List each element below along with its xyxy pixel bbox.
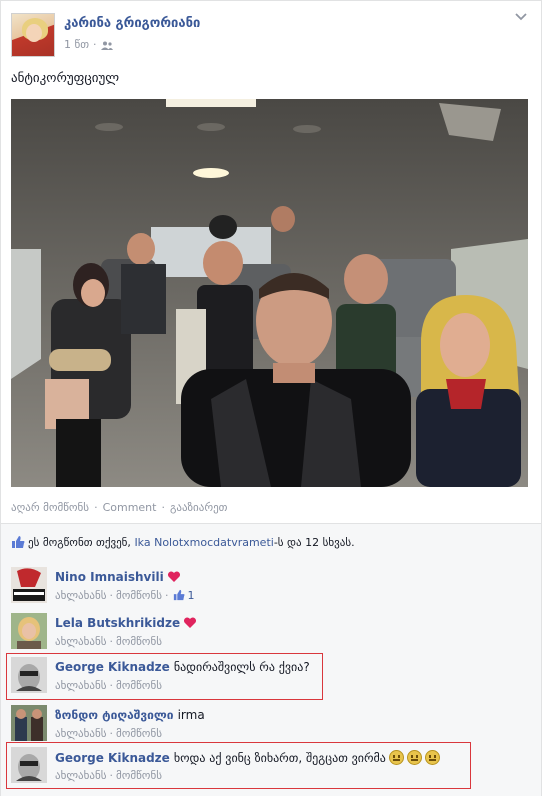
heart-icon [184,617,197,628]
like-link[interactable]: მომწონს [116,635,162,648]
comment-like-count[interactable]: 1 [187,589,194,602]
like-thumb-icon [174,589,186,601]
commenter-name-text[interactable]: Lela Butskhrikidze [55,616,180,630]
post-meta: 1 წთ · [64,38,113,51]
reply-link[interactable]: ახლახანს [55,589,106,602]
comment-link[interactable]: Comment [103,501,157,514]
friends-icon[interactable] [100,41,113,50]
comment-item: Nino Imnaishvili ახლახანს · მომწონს · 1 [11,567,531,603]
comment-meta: ახლახანს · მომწონს [55,635,162,648]
chevron-down-icon[interactable] [515,13,527,21]
comment-item: Lela Butskhrikidze ახლახანს · მომწონს [11,613,531,649]
post-photo[interactable] [11,99,528,487]
reply-link[interactable]: ახლახანს [55,635,106,648]
post-text: ანტიკორუფციულ [11,71,120,86]
like-link[interactable]: მომწონს [116,589,162,602]
like-link[interactable]: მომწონს [116,727,162,740]
share-link[interactable]: გააზიარეთ [170,501,228,514]
comment-item: ზონდო ტიღაშვილი irma ახლახანს · მომწონს [11,705,531,741]
commenter-name[interactable]: ზონდო ტიღაშვილი irma [55,708,205,722]
likes-summary: ეს მოგწონთ თქვენ, Ika Nolotxmocdatvramet… [1,523,541,559]
likes-name-link[interactable]: Ika Nolotxmocdatvrameti [134,536,273,549]
post-time[interactable]: 1 წთ [64,38,89,51]
commenter-avatar[interactable] [11,567,47,603]
likes-prefix: ეს მოგწონთ თქვენ, [28,536,135,549]
unlike-link[interactable]: აღარ მომწონს [11,501,89,514]
heart-icon [167,571,180,582]
commenter-avatar[interactable] [11,705,47,741]
comment-meta: ახლახანს · მომწონს [55,727,162,740]
like-thumb-icon [12,536,25,548]
commenter-name-text[interactable]: ზონდო ტიღაშვილი [55,708,174,722]
facebook-post: კარინა გრიგორიანი 1 წთ · ანტიკორუფციულ ა… [0,0,542,796]
commenter-name[interactable]: Lela Butskhrikidze [55,616,197,630]
highlight-box [6,653,323,700]
likes-suffix[interactable]: -ს და 12 სხვას. [274,536,355,549]
commenter-name[interactable]: Nino Imnaishvili [55,570,181,584]
author-name[interactable]: კარინა გრიგორიანი [64,16,200,31]
comment-meta: ახლახანს · მომწონს · 1 [55,589,195,602]
commenter-name-text[interactable]: Nino Imnaishvili [55,570,164,584]
commenter-avatar[interactable] [11,613,47,649]
post-actions: აღარ მომწონს · Comment · გააზიარეთ [11,501,228,514]
author-avatar[interactable] [11,13,55,57]
reply-link[interactable]: ახლახანს [55,727,106,740]
highlight-box [6,742,471,789]
comment-text: irma [177,708,205,722]
